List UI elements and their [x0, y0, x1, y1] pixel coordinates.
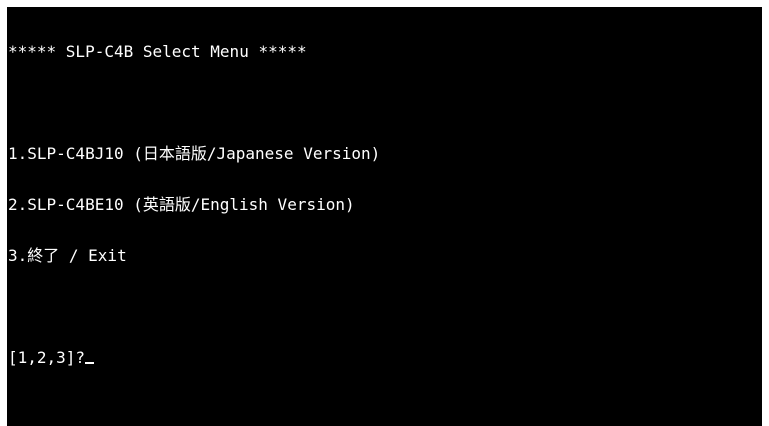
console-window[interactable]: ***** SLP-C4B Select Menu ***** 1.SLP-C4… — [7, 7, 762, 426]
menu-option-japanese: 1.SLP-C4BJ10 (日本語版/Japanese Version) — [8, 144, 381, 163]
selection-prompt: [1,2,3]? — [8, 348, 86, 367]
text-cursor — [85, 362, 95, 364]
menu-option-exit: 3.終了 / Exit — [8, 246, 127, 265]
menu-option-english: 2.SLP-C4BE10 (英語版/English Version) — [8, 195, 355, 214]
prompt-line[interactable]: [1,2,3]? — [8, 349, 380, 366]
menu-header: ***** SLP-C4B Select Menu ***** — [8, 42, 307, 61]
console-output: ***** SLP-C4B Select Menu ***** 1.SLP-C4… — [8, 9, 380, 400]
